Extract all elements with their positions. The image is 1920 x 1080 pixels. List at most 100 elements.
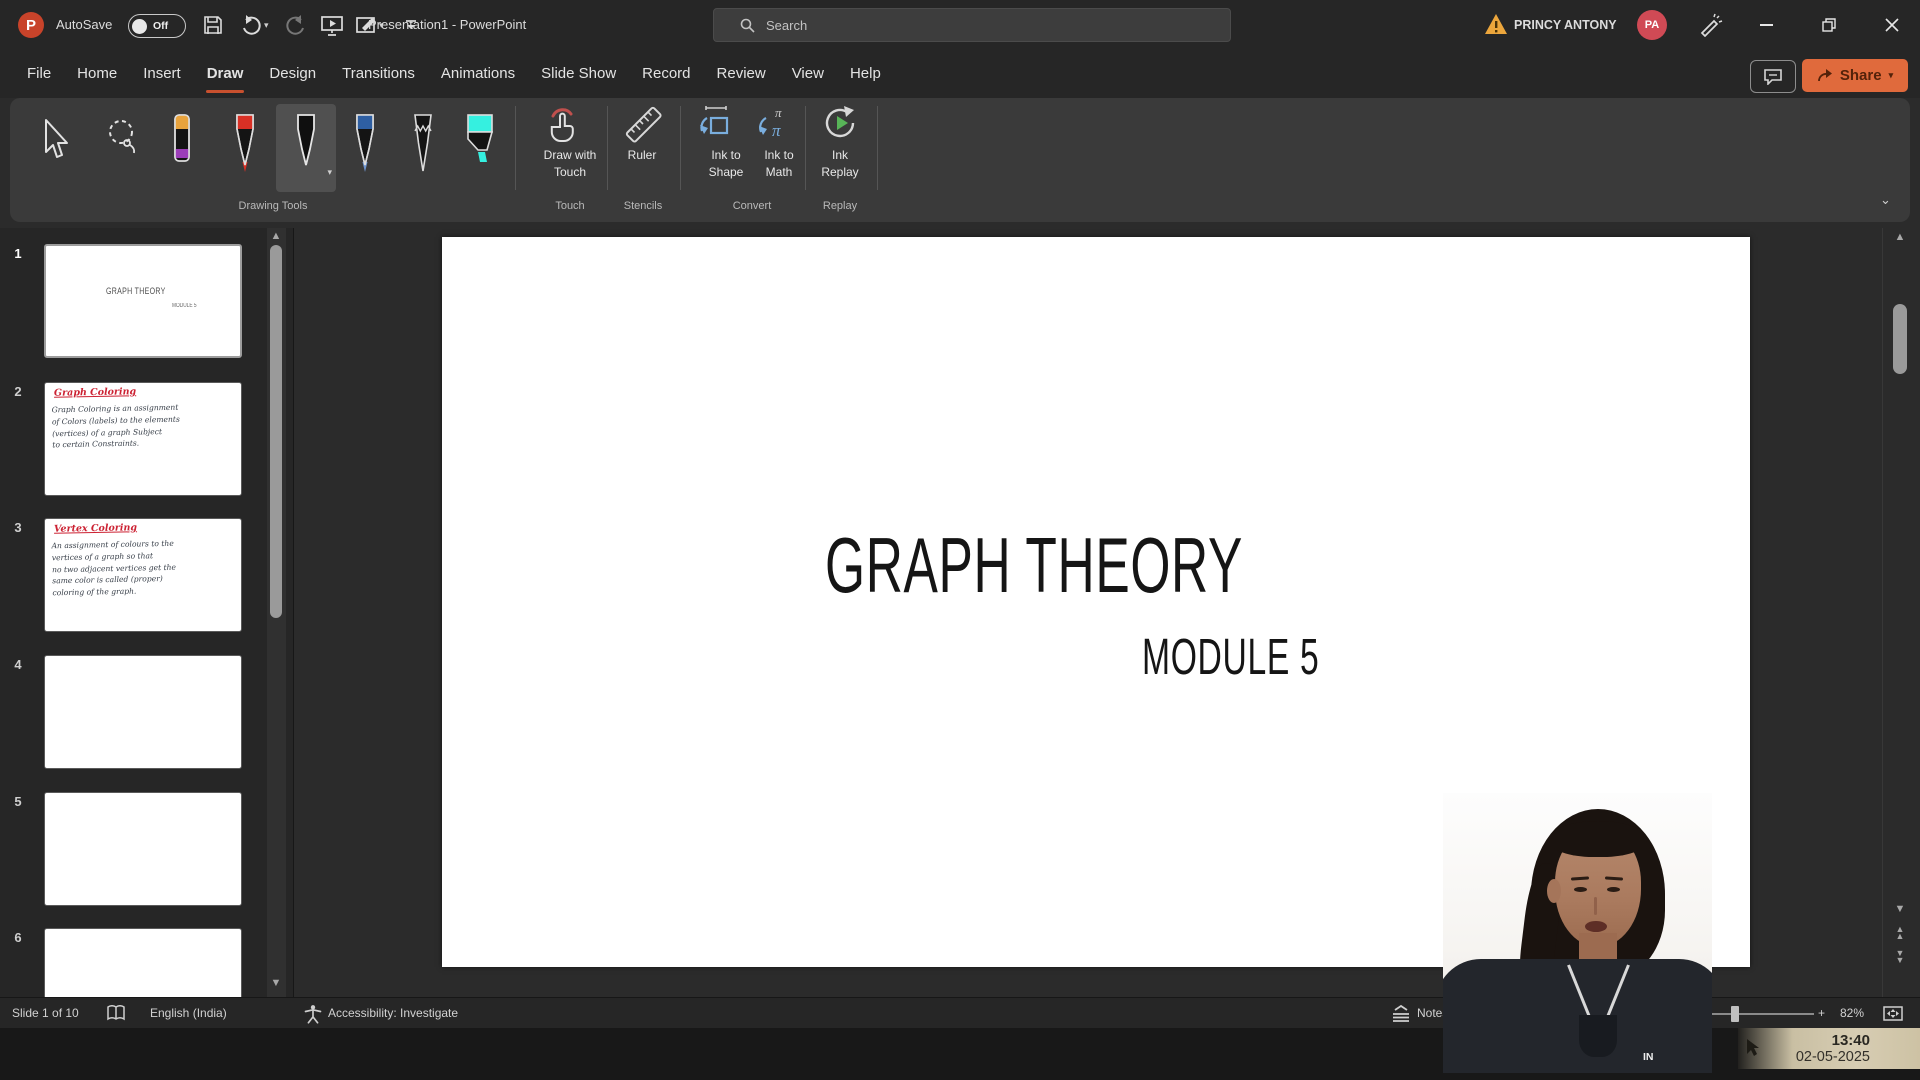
pen-options-chevron-icon[interactable]: ▾ [327,167,332,178]
slide-title[interactable]: GRAPH THEORY [825,520,1243,611]
tab-design[interactable]: Design [256,52,329,96]
tab-transitions[interactable]: Transitions [329,52,428,96]
tab-review[interactable]: Review [704,52,779,96]
slide-thumbnail-panel: 1 GRAPH THEORY MODULE 5 2 Graph Coloring… [0,228,294,997]
slide-number: 1 [8,246,28,261]
fit-to-window-icon[interactable] [1882,1004,1904,1023]
shirt-placket [1579,1015,1617,1057]
select-tool[interactable] [32,104,78,192]
slide-thumbnail-1[interactable]: GRAPH THEORY MODULE 5 [44,244,242,358]
tab-record[interactable]: Record [629,52,703,96]
tab-view[interactable]: View [779,52,837,96]
share-dropdown-icon: ▾ [1889,70,1894,81]
previous-slide-button[interactable]: ▲▲ [1891,926,1909,940]
spell-check-icon[interactable] [106,1005,126,1022]
canvas-scrollbar[interactable]: ▲ ▼ ▲▲ ▼▼ [1882,228,1920,997]
powerpoint-window: P AutoSave Off ▾ ▾ Presentation1 - [0,0,1920,1080]
pen-red-tool[interactable] [222,104,268,192]
thumb2-text: Graph Coloring is an assignment of Color… [52,402,181,452]
ink-replay-label1: Ink [832,148,848,162]
pencil-tool[interactable] [400,104,446,192]
draw-with-touch-button[interactable] [543,106,583,142]
pen-black-tool[interactable]: ▾ [276,104,336,192]
accessibility-icon[interactable] [303,1004,323,1024]
draw-with-touch-label2: Touch [554,165,586,179]
start-slideshow-button[interactable] [320,14,344,36]
tab-draw[interactable]: Draw [194,52,257,96]
pen-blue-tool[interactable] [342,104,388,192]
share-button[interactable]: Share ▾ [1802,59,1908,92]
document-title: Presentation1 - PowerPoint [368,0,526,50]
maximize-button[interactable] [1806,0,1852,50]
slide-thumbnail-5[interactable] [44,792,242,906]
lasso-select-tool[interactable] [100,104,146,192]
highlighter-tool[interactable] [457,104,503,192]
tab-insert[interactable]: Insert [130,52,194,96]
user-name[interactable]: PRINCY ANTONY [1514,0,1617,50]
zoom-level[interactable]: 82% [1840,998,1864,1029]
slide-indicator[interactable]: Slide 1 of 10 [12,998,79,1029]
minimize-button[interactable] [1743,0,1789,50]
avatar[interactable]: PA [1637,10,1667,40]
scrollbar-thumb[interactable] [270,245,282,618]
toggle-knob-icon [132,19,147,34]
highlighter-icon [464,112,496,176]
zoom-in-button[interactable]: + [1818,998,1825,1029]
slide-number: 6 [8,930,28,945]
scroll-up-icon[interactable]: ▲ [267,231,285,242]
notes-icon[interactable] [1390,1004,1412,1024]
comment-icon [1763,68,1783,85]
autosave-toggle[interactable]: Off [128,14,186,38]
scroll-up-icon[interactable]: ▲ [1891,232,1909,243]
ink-pen-mode-icon[interactable] [1698,13,1724,37]
group-label-drawing-tools: Drawing Tools [239,200,308,212]
eraser-tool[interactable] [159,104,205,192]
person-hairline [1549,821,1647,857]
ink-to-shape-button[interactable] [698,105,732,141]
ruler-button[interactable] [622,104,664,144]
save-button[interactable] [202,14,224,36]
taskbar-language-indicator[interactable]: IN [1643,1051,1654,1063]
thumb3-heading: Vertex Coloring [54,522,137,534]
pen-red-icon [232,112,258,176]
undo-button[interactable]: ▾ [240,13,269,37]
zoom-slider-handle[interactable] [1731,1006,1739,1022]
tab-home[interactable]: Home [64,52,130,96]
tab-help[interactable]: Help [837,52,894,96]
thumbnail-scrollbar[interactable]: ▲ ▼ [267,228,286,997]
tab-slideshow[interactable]: Slide Show [528,52,629,96]
slide-thumbnail-6[interactable] [44,928,242,997]
title-bar: P AutoSave Off ▾ ▾ Presentation1 - [0,0,1920,50]
overlay-time: 13:40 [1832,1032,1870,1049]
autosave-label: AutoSave [56,0,112,50]
accessibility-status[interactable]: Accessibility: Investigate [328,998,458,1029]
touch-hand-icon [543,106,583,142]
ink-to-math-button[interactable]: π π [755,105,791,141]
slide-thumbnail-2[interactable]: Graph Coloring Graph Coloring is an assi… [44,382,242,496]
person-eye [1607,887,1620,892]
ink-replay-button[interactable] [822,104,860,142]
scroll-down-icon[interactable]: ▼ [1891,904,1909,915]
svg-text:π: π [775,105,782,120]
comments-button[interactable] [1750,60,1796,93]
slide-thumbnail-3[interactable]: Vertex Coloring An assignment of colours… [44,518,242,632]
group-label-replay: Replay [823,200,857,212]
tab-file[interactable]: File [14,52,64,96]
ink-to-shape-icon [698,105,732,141]
scroll-down-icon[interactable]: ▼ [267,978,285,989]
scrollbar-thumb[interactable] [1893,304,1907,374]
tab-animations[interactable]: Animations [428,52,528,96]
slide-subtitle[interactable]: MODULE 5 [1142,627,1319,686]
next-slide-button[interactable]: ▼▼ [1891,950,1909,964]
zoom-slider-track[interactable] [1702,1013,1814,1015]
search-input[interactable]: Search [713,8,1231,42]
group-label-touch: Touch [555,200,584,212]
collapse-ribbon-button[interactable]: ⌄ [1880,192,1891,208]
warning-icon[interactable] [1484,13,1508,35]
redo-button[interactable] [283,13,307,37]
language-status[interactable]: English (India) [150,998,227,1029]
webcam-video-overlay [1443,793,1712,1073]
slide-thumbnail-4[interactable] [44,655,242,769]
svg-text:π: π [772,121,781,140]
close-button[interactable] [1869,0,1915,50]
